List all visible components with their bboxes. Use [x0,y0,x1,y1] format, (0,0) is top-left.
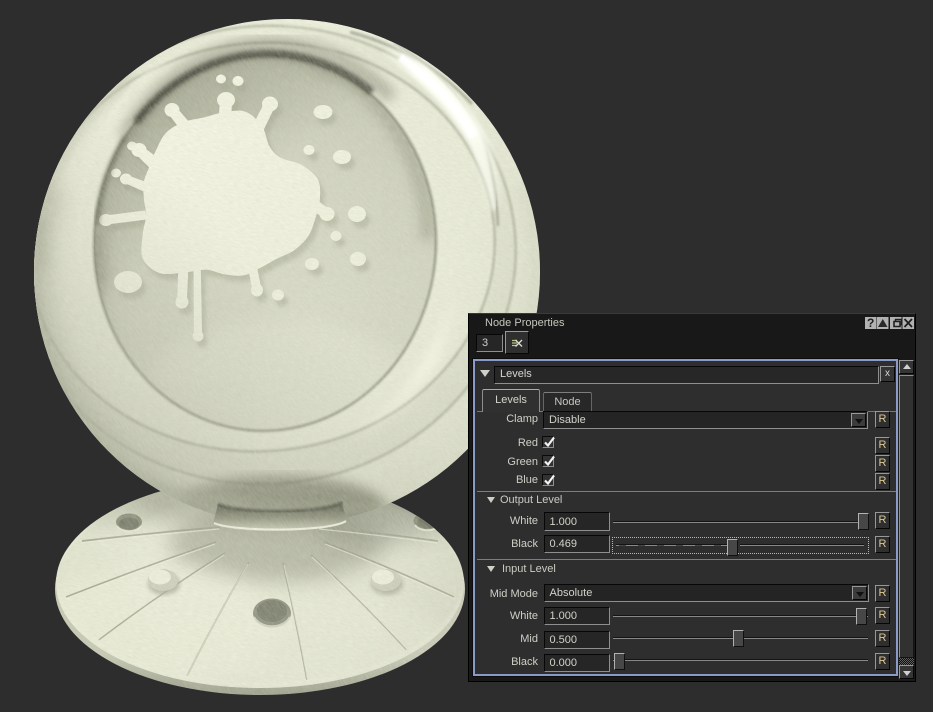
svg-text:?: ? [867,317,874,329]
